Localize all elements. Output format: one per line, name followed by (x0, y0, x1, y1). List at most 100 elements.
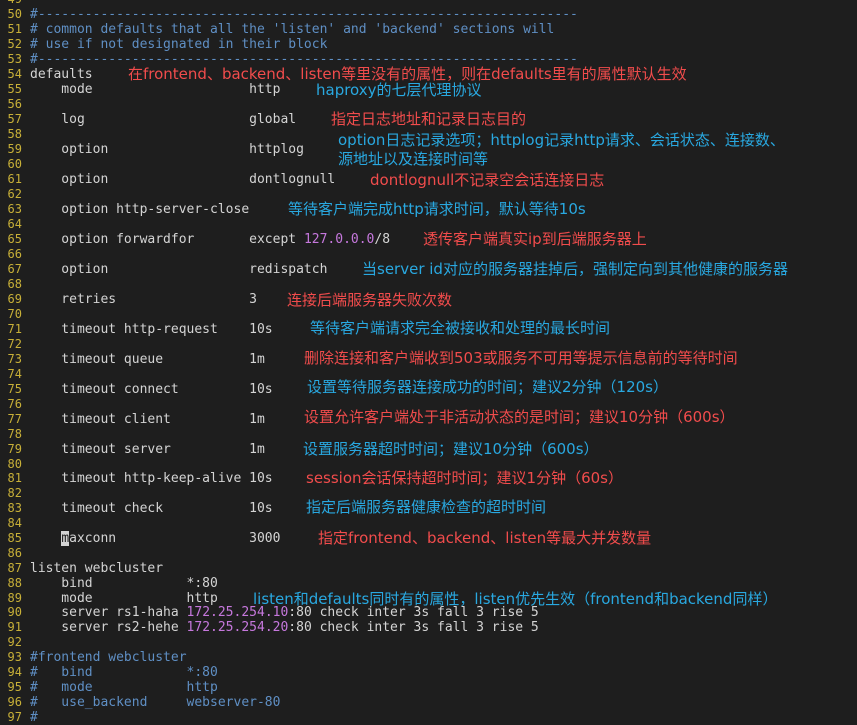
line-text: # use_backend webserver-80 (30, 695, 280, 710)
line-number: 52 (7, 37, 22, 51)
line-number: 92 (7, 635, 22, 649)
line-number: 54 (7, 67, 22, 81)
code-text: timeout queue 1m (30, 352, 265, 367)
code-text: #frontend webcluster (30, 650, 187, 665)
annotation-forwardfor: 透传客户端真实ip到后端服务器上 (423, 230, 647, 248)
line-number: 97 (7, 710, 22, 724)
line-number: 93 (7, 650, 22, 664)
line-text: timeout http-keep-alive 10s (30, 471, 273, 486)
annotation-redispatch: 当server id对应的服务器挂掉后，强制定向到其他健康的服务器 (362, 260, 788, 278)
line-number: 68 (7, 277, 22, 291)
code-text-rest: axconn 3000 (69, 531, 281, 546)
annotation-log: 指定日志地址和记录日志目的 (331, 110, 527, 128)
code-line[interactable]: 97 # (0, 710, 857, 725)
line-number: 77 (7, 412, 22, 426)
annotation-listen: listen和defaults同时有的属性，listen优先生效（fronten… (253, 590, 778, 608)
line-number: 63 (7, 202, 22, 216)
line-number: 64 (7, 217, 22, 231)
highlighted-address: 172.25.254.20 (186, 620, 289, 635)
annotation-timeout-connect: 设置等待服务器连接成功的时间；建议2分钟（120s） (307, 378, 668, 396)
line-text: timeout client 1m (30, 412, 265, 427)
code-text: # use if not designated in their block (30, 37, 328, 52)
line-number: 78 (7, 427, 22, 441)
line-text: # use if not designated in their block (30, 37, 327, 52)
line-number: 49 (0, 0, 22, 7)
code-line[interactable]: 87 listen webcluster (0, 561, 857, 576)
line-text: bind *:80 (30, 576, 218, 591)
code-line[interactable]: 68 (0, 277, 857, 292)
annotation-mode: haproxy的七层代理协议 (316, 81, 482, 99)
highlighted-address: 127.0.0.0 (303, 232, 375, 247)
line-number: 88 (7, 576, 22, 590)
code-text: timeout server 1m (30, 442, 265, 457)
code-text: server rs2-hehe (30, 620, 187, 635)
line-number: 56 (7, 97, 22, 111)
line-text: # (30, 710, 38, 725)
line-number: 67 (7, 262, 22, 276)
code-text: timeout connect 10s (30, 382, 273, 397)
line-text: timeout http-request 10s (30, 322, 273, 337)
line-number: 69 (7, 292, 22, 306)
line-number: 85 (7, 531, 22, 545)
line-number: 89 (7, 591, 22, 605)
line-number: 55 (7, 82, 22, 96)
code-line[interactable]: 91 server rs2-hehe 172.25.254.20:80 chec… (0, 620, 857, 635)
code-line[interactable]: 49 (0, 0, 857, 7)
code-text: option forwardfor except (30, 232, 304, 247)
line-number: 83 (7, 501, 22, 515)
line-number: 72 (7, 337, 22, 351)
line-text: mode http (30, 82, 280, 97)
line-number: 90 (7, 605, 22, 619)
line-number: 87 (7, 561, 22, 575)
code-line[interactable]: 51 # common defaults that all the 'listen… (0, 22, 857, 37)
line-number: 60 (7, 157, 22, 171)
line-text: timeout server 1m (30, 442, 265, 457)
code-text: timeout http-request 10s (30, 322, 273, 337)
code-text: option redispatch (30, 262, 328, 277)
line-number: 91 (7, 620, 22, 634)
line-text: #frontend webcluster (30, 650, 187, 665)
line-text: # bind *:80 (30, 665, 218, 680)
code-line[interactable]: 50 #-------------------------------------… (0, 7, 857, 22)
line-text: log global (30, 112, 296, 127)
line-number: 50 (7, 7, 22, 21)
annotation-maxconn: 指定frontend、backend、listen等最大并发数量 (318, 529, 652, 547)
line-number: 59 (7, 142, 22, 156)
line-text: option dontlognull (30, 172, 335, 187)
line-number: 57 (7, 112, 22, 126)
line-text: defaults (30, 67, 93, 82)
line-text: option http-server-close (30, 202, 249, 217)
code-text-rest: /8 (374, 232, 391, 247)
code-line[interactable]: 92 (0, 635, 857, 650)
code-text: # bind *:80 (30, 665, 218, 680)
code-text: mode http (30, 591, 218, 606)
code-line[interactable]: 96 # use_backend webserver-80 (0, 695, 857, 710)
line-number: 79 (7, 442, 22, 456)
code-text: # use_backend webserver-80 (30, 695, 281, 710)
annotation-timeout-server: 设置服务器超时时间；建议10分钟（600s） (303, 440, 599, 458)
annotation-timeout-http-keep-alive: session会话保持超时时间；建议1分钟（60s） (306, 469, 623, 487)
code-text: timeout http-keep-alive 10s (30, 471, 273, 486)
line-number: 94 (7, 665, 22, 679)
line-text: server rs2-hehe 172.25.254.20:80 check i… (30, 620, 538, 635)
line-number: 86 (7, 546, 22, 560)
code-text: # common defaults that all the 'listen' … (30, 22, 555, 37)
code-line[interactable]: 94 # bind *:80 (0, 665, 857, 680)
code-line[interactable]: 93 #frontend webcluster (0, 650, 857, 665)
code-line[interactable]: 86 (0, 546, 857, 561)
line-number: 58 (7, 127, 22, 141)
code-line[interactable]: 88 bind *:80 (0, 576, 857, 591)
code-line[interactable]: 95 # mode http (0, 680, 857, 695)
line-number: 84 (7, 516, 22, 530)
code-text: # mode http (30, 680, 218, 695)
line-text: # common defaults that all the 'listen' … (30, 22, 554, 37)
line-text: mode http (30, 591, 218, 606)
code-text: defaults (30, 67, 93, 82)
annotation-dontlognull: dontlognull不记录空会话连接日志 (370, 171, 605, 189)
line-text: listen webcluster (30, 561, 163, 576)
line-number: 53 (7, 52, 22, 66)
code-line[interactable]: 52 # use if not designated in their block (0, 37, 857, 52)
line-number: 61 (7, 172, 22, 186)
annotation-retries: 连接后端服务器失败次数 (287, 291, 453, 309)
